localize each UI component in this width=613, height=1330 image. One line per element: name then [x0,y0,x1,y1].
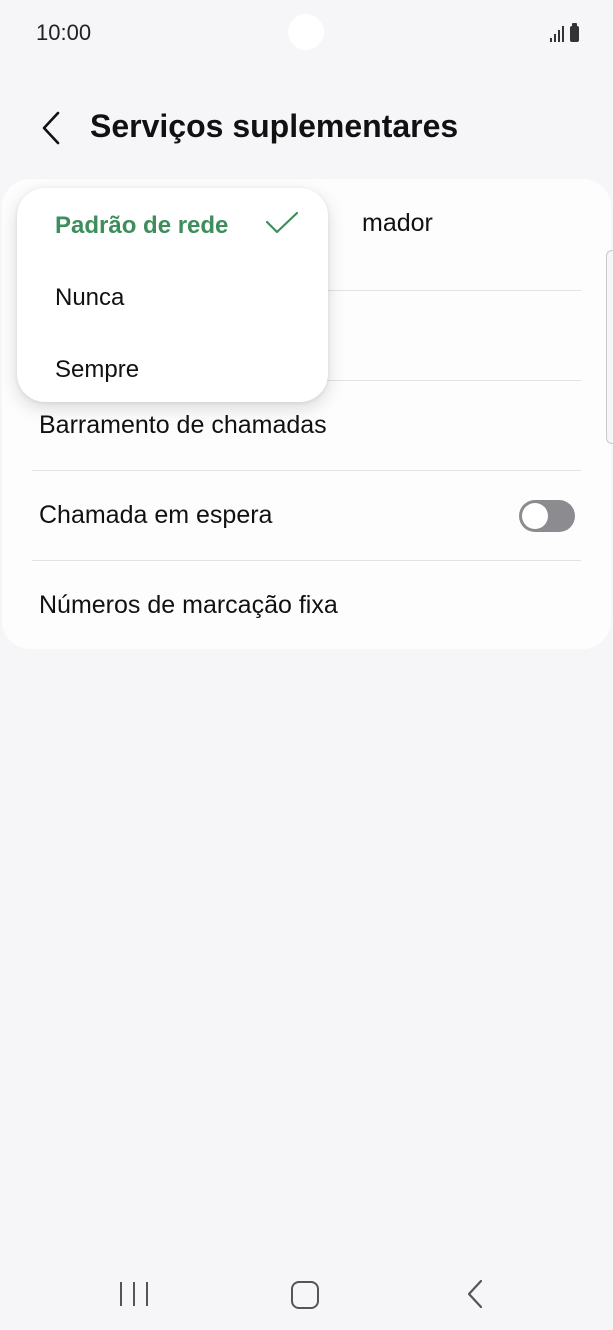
back-icon[interactable] [464,1278,486,1310]
scrollbar[interactable] [606,250,613,444]
settings-row-caller-id[interactable]: mador [362,179,562,268]
popup-option-always[interactable]: Sempre [55,356,139,384]
settings-row-label: mador [362,209,433,237]
battery-icon [570,23,579,42]
caller-id-popup-menu: Padrão de rede Nunca Sempre [17,188,328,402]
settings-row-label: Barramento de chamadas [39,411,327,439]
phone-screen: 10:00 Serviços suplementares mador Barra… [0,0,613,1330]
popup-option-never[interactable]: Nunca [55,284,124,312]
settings-row-fixed-dialing[interactable]: Números de marcação fixa [32,561,581,650]
settings-row-label: Números de marcação fixa [39,591,338,619]
popup-option-network-default[interactable]: Padrão de rede [55,212,228,240]
back-button[interactable] [30,106,74,150]
page-title: Serviços suplementares [90,108,459,144]
call-waiting-toggle[interactable] [519,499,575,532]
chevron-left-icon [42,111,60,145]
status-time: 10:00 [36,20,92,45]
camera-cutout [288,14,324,50]
signal-icon [550,26,564,42]
settings-row-label: Chamada em espera [39,501,273,529]
checkmark-icon [265,211,299,234]
recent-apps-icon[interactable] [120,1282,148,1306]
status-icons [550,22,579,42]
settings-row-call-waiting[interactable]: Chamada em espera [32,471,581,560]
home-icon[interactable] [291,1281,319,1309]
